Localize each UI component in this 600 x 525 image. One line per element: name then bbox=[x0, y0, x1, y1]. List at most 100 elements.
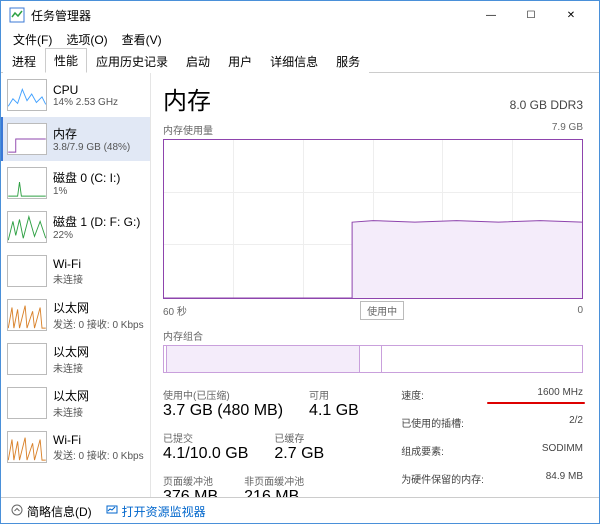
stat-key: 已使用的插槽: bbox=[401, 415, 464, 430]
monitor-icon bbox=[106, 504, 118, 519]
sidebar-item-sub: 未连接 bbox=[53, 271, 83, 286]
open-resource-monitor-link[interactable]: 打开资源监视器 bbox=[106, 503, 206, 520]
sidebar-item-text: Wi-Fi未连接 bbox=[53, 257, 83, 286]
main-panel: 内存 8.0 GB DDR3 内存使用量 7.9 GB 60 秒 bbox=[151, 73, 599, 497]
page-title: 内存 bbox=[163, 81, 211, 116]
stat-kv-3: 为硬件保留的内存: 84.9 MB bbox=[401, 471, 583, 486]
sidebar-item-text: 以太网未连接 bbox=[53, 343, 89, 375]
axis-right: 0 bbox=[577, 305, 583, 316]
content: CPU14% 2.53 GHz内存3.8/7.9 GB (48%)磁盘 0 (C… bbox=[1, 73, 599, 497]
stat-nonpaged-pool: 非页面缓冲池 216 MB bbox=[244, 473, 304, 497]
maximize-button[interactable]: ☐ bbox=[511, 1, 551, 29]
sidebar-item-sub: 发送: 0 接收: 0 Kbps bbox=[53, 447, 144, 462]
memory-spec: 8.0 GB DDR3 bbox=[510, 98, 583, 112]
sidebar-item-text: 以太网发送: 0 接收: 0 Kbps bbox=[53, 299, 144, 331]
stat-paged-pool: 页面缓冲池 376 MB bbox=[163, 473, 218, 497]
composition-label: 内存组合 bbox=[163, 328, 583, 343]
sidebar: CPU14% 2.53 GHz 内存3.8/7.9 GB (48%) 磁盘 0 (C… bbox=[1, 73, 151, 497]
sidebar-item-name: 以太网 bbox=[53, 299, 144, 316]
sidebar-item-4[interactable]: Wi-Fi未连接 bbox=[1, 249, 150, 293]
tabstrip: 进程 性能 应用历史记录 启动 用户 详细信息 服务 bbox=[1, 49, 599, 73]
sidebar-item-sub: 22% bbox=[53, 230, 140, 241]
stats-area: 使用中(已压缩) 3.7 GB (480 MB) 可用 4.1 GB 已提交 4… bbox=[163, 387, 583, 497]
sidebar-item-0[interactable]: CPU14% 2.53 GHz bbox=[1, 73, 150, 117]
sidebar-item-sub: 1% bbox=[53, 186, 120, 197]
app-icon bbox=[9, 7, 25, 23]
sidebar-item-name: 磁盘 0 (C: I:) bbox=[53, 169, 120, 186]
chart-max: 7.9 GB bbox=[552, 122, 583, 137]
sidebar-item-text: 磁盘 1 (D: F: G:)22% bbox=[53, 213, 140, 241]
sidebar-item-text: Wi-Fi发送: 0 接收: 0 Kbps bbox=[53, 433, 144, 462]
chevron-up-icon bbox=[11, 504, 23, 519]
stat-cached: 已缓存 2.7 GB bbox=[274, 430, 324, 463]
sparkline-icon bbox=[7, 387, 47, 419]
sparkline-icon bbox=[7, 167, 47, 199]
stat-kv-2: 组成要素:SODIMM bbox=[401, 443, 583, 458]
sparkline-icon bbox=[7, 255, 47, 287]
titlebar: 任务管理器 — ☐ ✕ bbox=[1, 1, 599, 29]
stat-key: 速度: bbox=[401, 387, 424, 402]
sparkline-icon bbox=[7, 79, 47, 111]
sparkline-icon bbox=[7, 431, 47, 463]
stat-available: 可用 4.1 GB bbox=[309, 387, 359, 420]
footer: 简略信息(D) 打开资源监视器 bbox=[1, 497, 599, 525]
sidebar-item-8[interactable]: Wi-Fi发送: 0 接收: 0 Kbps bbox=[1, 425, 150, 469]
stat-kv-1: 已使用的插槽: 2/2 bbox=[401, 415, 583, 430]
sparkline-icon bbox=[7, 343, 47, 375]
tab-performance[interactable]: 性能 bbox=[45, 48, 87, 73]
menu-file[interactable]: 文件(F) bbox=[7, 29, 58, 50]
chart-axis: 60 秒 使用中 0 bbox=[163, 301, 583, 320]
menubar: 文件(F) 选项(O) 查看(V) bbox=[1, 29, 599, 49]
open-resource-monitor-label: 打开资源监视器 bbox=[122, 503, 206, 520]
memory-composition-bar bbox=[163, 345, 583, 373]
sidebar-item-sub: 14% 2.53 GHz bbox=[53, 97, 118, 108]
sidebar-item-name: Wi-Fi bbox=[53, 433, 144, 447]
stats-right: 速度: 1600 MHz 已使用的插槽: 2/2 组成要素:SODIMM 为硬件保留的内存… bbox=[401, 387, 583, 497]
sidebar-item-3[interactable]: 磁盘 1 (D: F: G:)22% bbox=[1, 205, 150, 249]
fewer-details-button[interactable]: 简略信息(D) bbox=[11, 503, 92, 520]
sidebar-item-2[interactable]: 磁盘 0 (C: I:)1% bbox=[1, 161, 150, 205]
tab-app-history[interactable]: 应用历史记录 bbox=[87, 49, 177, 73]
stat-in-use: 使用中(已压缩) 3.7 GB (480 MB) bbox=[163, 387, 283, 420]
sidebar-item-1[interactable]: 内存3.8/7.9 GB (48%) bbox=[1, 117, 150, 161]
close-button[interactable]: ✕ bbox=[551, 1, 591, 29]
sidebar-item-sub: 未连接 bbox=[53, 360, 89, 375]
window-controls: — ☐ ✕ bbox=[471, 1, 591, 29]
sidebar-item-sub: 未连接 bbox=[53, 404, 89, 419]
tab-processes[interactable]: 进程 bbox=[3, 49, 45, 73]
sidebar-item-text: 磁盘 0 (C: I:)1% bbox=[53, 169, 120, 197]
stat-val: 84.9 MB bbox=[546, 471, 583, 486]
tab-startup[interactable]: 启动 bbox=[177, 49, 219, 73]
fewer-details-label: 简略信息(D) bbox=[27, 503, 92, 520]
chart-label: 内存使用量 bbox=[163, 122, 213, 137]
stat-kv-0: 速度: 1600 MHz bbox=[401, 387, 583, 402]
main-header: 内存 8.0 GB DDR3 bbox=[163, 81, 583, 116]
stats-left: 使用中(已压缩) 3.7 GB (480 MB) 可用 4.1 GB 已提交 4… bbox=[163, 387, 381, 497]
sidebar-item-text: 内存3.8/7.9 GB (48%) bbox=[53, 125, 130, 153]
sidebar-item-sub: 3.8/7.9 GB (48%) bbox=[53, 142, 130, 153]
stat-key: 为硬件保留的内存: bbox=[401, 471, 484, 486]
tab-details[interactable]: 详细信息 bbox=[261, 49, 327, 73]
sidebar-item-name: Wi-Fi bbox=[53, 257, 83, 271]
stat-val: 1600 MHz bbox=[537, 387, 583, 402]
sidebar-item-5[interactable]: 以太网发送: 0 接收: 0 Kbps bbox=[1, 293, 150, 337]
menu-options[interactable]: 选项(O) bbox=[60, 29, 113, 50]
stat-committed: 已提交 4.1/10.0 GB bbox=[163, 430, 248, 463]
menu-view[interactable]: 查看(V) bbox=[116, 29, 168, 50]
sparkline-icon bbox=[7, 123, 47, 155]
sidebar-item-name: 以太网 bbox=[53, 343, 89, 360]
memory-usage-chart bbox=[163, 139, 583, 299]
sidebar-item-name: 以太网 bbox=[53, 387, 89, 404]
minimize-button[interactable]: — bbox=[471, 1, 511, 29]
sidebar-item-name: 内存 bbox=[53, 125, 130, 142]
sidebar-item-name: 磁盘 1 (D: F: G:) bbox=[53, 213, 140, 230]
sidebar-item-7[interactable]: 以太网未连接 bbox=[1, 381, 150, 425]
sidebar-item-6[interactable]: 以太网未连接 bbox=[1, 337, 150, 381]
tab-services[interactable]: 服务 bbox=[327, 49, 369, 73]
tab-users[interactable]: 用户 bbox=[219, 49, 261, 73]
sidebar-item-sub: 发送: 0 接收: 0 Kbps bbox=[53, 316, 144, 331]
sparkline-icon bbox=[7, 299, 47, 331]
stat-val: 2/2 bbox=[569, 415, 583, 430]
chart-label-row: 内存使用量 7.9 GB bbox=[163, 122, 583, 137]
stat-val: SODIMM bbox=[542, 443, 583, 458]
